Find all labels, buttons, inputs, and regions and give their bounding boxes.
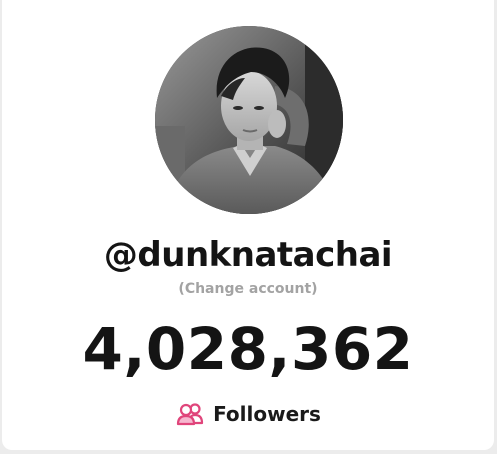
followers-count: 4,028,362 (82, 315, 414, 383)
change-account-link[interactable]: (Change account) (2, 279, 494, 299)
username: @dunknatachai (103, 235, 393, 275)
profile-card: @dunknatachai (Change account) 4,028,362… (2, 0, 494, 450)
users-icon (175, 402, 205, 426)
followers-stat: Followers (2, 400, 494, 428)
avatar[interactable] (155, 26, 343, 214)
avatar-image (155, 26, 343, 214)
followers-label: Followers (213, 402, 321, 426)
